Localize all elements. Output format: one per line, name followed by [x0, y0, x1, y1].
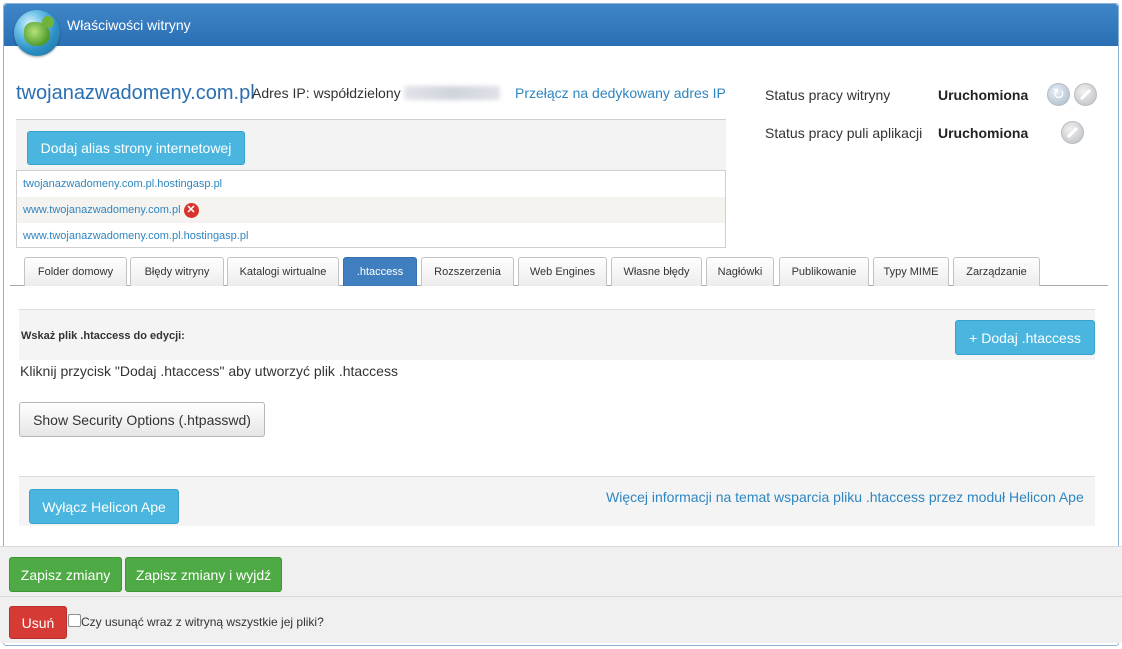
- pool-status-value: Uruchomiona: [938, 125, 1029, 141]
- save-button[interactable]: Zapisz zmiany: [9, 557, 122, 592]
- add-htaccess-button[interactable]: + Dodaj .htaccess: [955, 320, 1095, 355]
- show-security-options-button[interactable]: Show Security Options (.htpasswd): [19, 402, 265, 437]
- alias-link[interactable]: www.twojanazwadomeny.com.pl: [23, 204, 181, 216]
- stop-icon[interactable]: [1074, 83, 1097, 106]
- save-and-exit-button[interactable]: Zapisz zmiany i wyjdź: [125, 557, 282, 592]
- window-header: Właściwości witryny: [4, 4, 1118, 46]
- site-status-value: Uruchomiona: [938, 87, 1029, 103]
- window-title: Właściwości witryny: [67, 17, 191, 33]
- tab-naglowki[interactable]: Nagłówki: [706, 257, 774, 286]
- remove-alias-icon[interactable]: ✕: [183, 202, 199, 218]
- switch-dedicated-ip-link[interactable]: Przełącz na dedykowany adres IP: [515, 85, 726, 101]
- alias-item: www.twojanazwadomeny.com.pl ✕: [17, 197, 725, 223]
- tab-wlasne-bledy[interactable]: Własne błędy: [611, 257, 702, 286]
- tab-katalogi-wirtualne[interactable]: Katalogi wirtualne: [227, 257, 339, 286]
- tab-rozszerzenia[interactable]: Rozszerzenia: [421, 257, 514, 286]
- pool-status-label: Status pracy puli aplikacji: [765, 125, 923, 141]
- alias-link[interactable]: www.twojanazwadomeny.com.pl.hostingasp.p…: [23, 230, 248, 242]
- disable-helicon-ape-button[interactable]: Wyłącz Helicon Ape: [29, 489, 179, 524]
- refresh-icon[interactable]: ↻: [1047, 83, 1070, 106]
- delete-files-checkbox[interactable]: [68, 614, 81, 627]
- stop-icon[interactable]: [1061, 121, 1084, 144]
- ip-address-value: [404, 86, 500, 100]
- tab-publikowanie[interactable]: Publikowanie: [779, 257, 869, 286]
- globe-icon: [14, 10, 60, 56]
- tab-zarzadzanie[interactable]: Zarządzanie: [953, 257, 1040, 286]
- alias-link[interactable]: twojanazwadomeny.com.pl.hostingasp.pl: [23, 178, 222, 190]
- helicon-info-link[interactable]: Więcej informacji na temat wsparcia plik…: [606, 489, 1084, 505]
- tab-htaccess[interactable]: .htaccess: [343, 257, 417, 286]
- delete-button[interactable]: Usuń: [9, 606, 67, 639]
- htaccess-info-text: Kliknij przycisk "Dodaj .htaccess" aby u…: [20, 363, 398, 379]
- delete-files-label: Czy usunąć wraz z witryną wszystkie jej …: [81, 615, 324, 629]
- alias-item: twojanazwadomeny.com.pl.hostingasp.pl: [17, 171, 725, 197]
- tab-folder-domowy[interactable]: Folder domowy: [24, 257, 127, 286]
- add-alias-button[interactable]: Dodaj alias strony internetowej: [27, 131, 245, 165]
- tab-web-engines[interactable]: Web Engines: [518, 257, 607, 286]
- tab-bar: Folder domowy Błędy witryny Katalogi wir…: [10, 255, 1108, 286]
- alias-list: twojanazwadomeny.com.pl.hostingasp.pl ww…: [16, 170, 726, 248]
- htaccess-select-label: Wskaż plik .htaccess do edycji:: [21, 330, 185, 342]
- ip-address-label: Adres IP: współdzielony: [252, 85, 401, 101]
- alias-item: www.twojanazwadomeny.com.pl.hostingasp.p…: [17, 223, 725, 249]
- site-domain: twojanazwadomeny.com.pl: [16, 82, 255, 104]
- site-status-label: Status pracy witryny: [765, 87, 891, 103]
- tab-bledy-witryny[interactable]: Błędy witryny: [130, 257, 224, 286]
- tab-typy-mime[interactable]: Typy MIME: [873, 257, 949, 286]
